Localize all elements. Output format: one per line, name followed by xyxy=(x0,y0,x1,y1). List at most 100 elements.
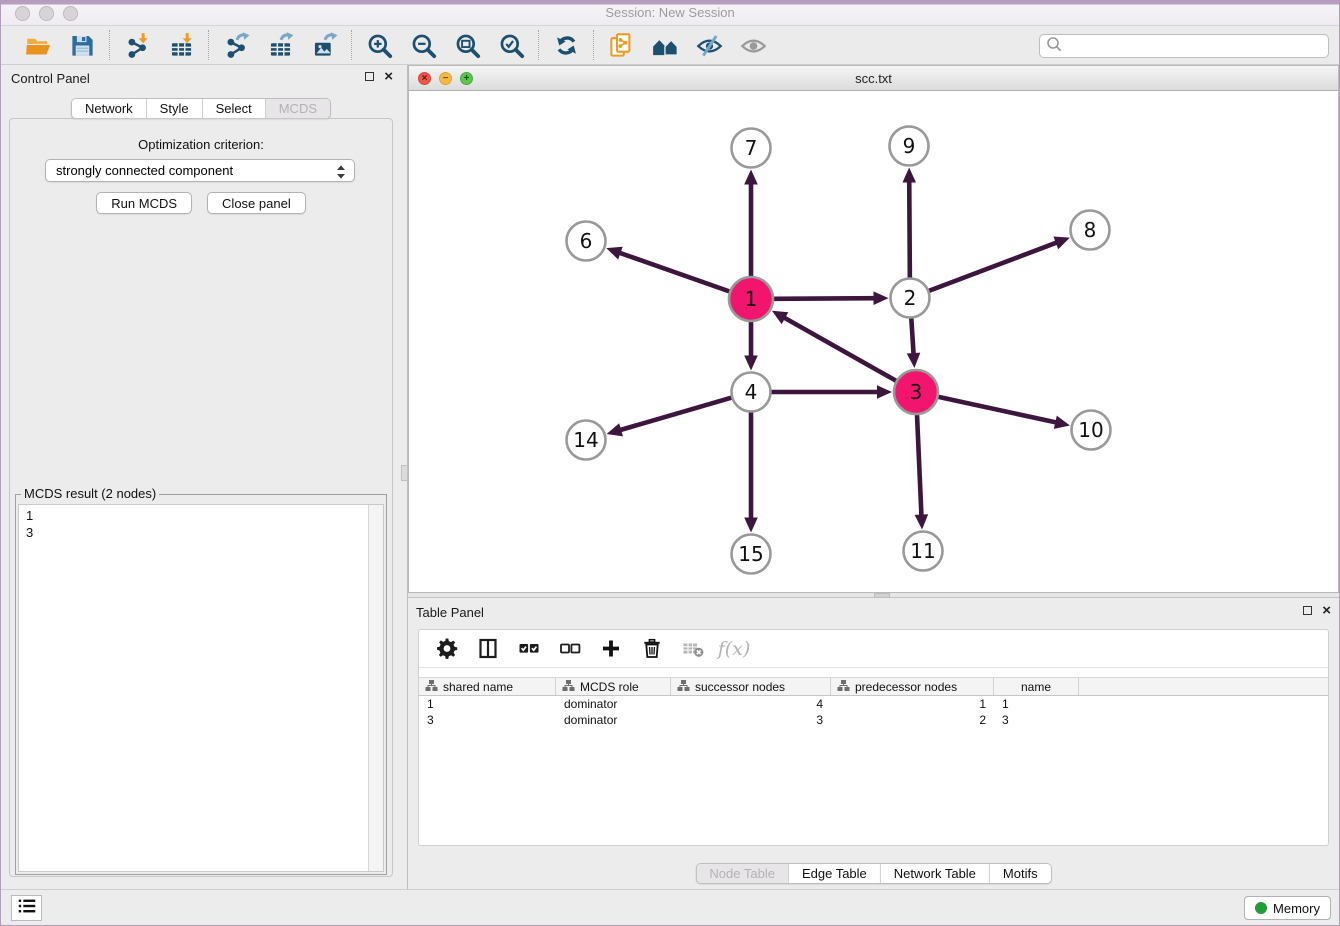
save-session-icon[interactable] xyxy=(68,31,96,59)
close-panel-icon[interactable]: × xyxy=(384,71,393,82)
tab-edge-table[interactable]: Edge Table xyxy=(788,864,880,883)
graph-node-label-4: 4 xyxy=(745,380,758,404)
memory-status-icon xyxy=(1255,902,1267,914)
main-area: Control Panel × NetworkStyleSelectMCDS O… xyxy=(1,65,1339,889)
vertical-splitter-grip[interactable] xyxy=(401,465,408,481)
graph-edge-arrowhead xyxy=(744,170,758,185)
preview-eye-icon xyxy=(739,31,767,59)
graph-edge-arrowhead xyxy=(907,353,921,368)
table-header-row: shared nameMCDS role successor nodes prede… xyxy=(419,677,1328,696)
float-panel-icon[interactable] xyxy=(365,72,374,81)
delete-column-trash-icon[interactable] xyxy=(640,637,664,661)
column-header-label: successor nodes xyxy=(695,680,785,694)
deselect-all-icon[interactable] xyxy=(558,637,582,661)
run-mcds-button[interactable]: Run MCDS xyxy=(96,192,192,214)
graph-edge-3-1[interactable] xyxy=(782,317,896,381)
search-input[interactable] xyxy=(1063,36,1328,56)
tab-mcds[interactable]: MCDS xyxy=(265,99,330,118)
network-window-title: scc.txt xyxy=(409,71,1338,86)
graph-edge-1-6[interactable] xyxy=(618,252,730,291)
open-folder-icon[interactable] xyxy=(24,31,52,59)
tab-node-table[interactable]: Node Table xyxy=(696,864,788,883)
table-cell[interactable]: 3 xyxy=(671,712,831,728)
table-row[interactable]: 1dominator411 xyxy=(419,696,1328,712)
graph-node-label-8: 8 xyxy=(1084,218,1097,242)
toolbar-group xyxy=(539,31,593,59)
graph-edge-2-8[interactable] xyxy=(929,242,1058,291)
table-cell[interactable]: 4 xyxy=(671,696,831,712)
control-panel: Control Panel × NetworkStyleSelectMCDS O… xyxy=(1,65,401,889)
toolbar-group xyxy=(594,31,780,59)
home-icon[interactable] xyxy=(651,31,679,59)
close-panel-button[interactable]: Close panel xyxy=(207,192,306,214)
table-cell[interactable]: 1 xyxy=(419,696,556,712)
table-cell[interactable]: 3 xyxy=(419,712,556,728)
tab-style[interactable]: Style xyxy=(146,99,202,118)
node-table: shared nameMCDS role successor nodes prede… xyxy=(419,677,1328,728)
zoom-selected-icon[interactable] xyxy=(497,31,525,59)
graph-edge-3-10[interactable] xyxy=(938,397,1058,423)
table-cell[interactable]: 1 xyxy=(831,696,994,712)
search-box[interactable] xyxy=(1039,34,1329,58)
table-cell[interactable]: 1 xyxy=(994,696,1079,712)
import-table-icon[interactable] xyxy=(167,31,195,59)
refresh-layout-icon[interactable] xyxy=(552,31,580,59)
network-graph-canvas[interactable]: 7968124314101511 xyxy=(409,91,1340,592)
mcds-result-list: 13 xyxy=(19,505,367,871)
tab-network-table[interactable]: Network Table xyxy=(880,864,989,883)
table-row[interactable]: 3dominator323 xyxy=(419,712,1328,728)
select-all-icon[interactable] xyxy=(517,637,541,661)
table-cell[interactable]: 3 xyxy=(994,712,1079,728)
graph-edge-arrowhead xyxy=(877,385,892,399)
memory-button[interactable]: Memory xyxy=(1244,896,1331,920)
app-window: Session: New Session Control Panel × Net… xyxy=(0,0,1340,926)
optimization-criterion-select[interactable]: strongly connected component xyxy=(45,159,355,182)
settings-gear-icon[interactable] xyxy=(435,637,459,661)
tab-select[interactable]: Select xyxy=(202,99,265,118)
function-builder-fx-icon: f(x) xyxy=(722,637,746,661)
column-header-name[interactable]: name xyxy=(994,678,1079,695)
table-cell[interactable]: 2 xyxy=(831,712,994,728)
export-table-icon[interactable] xyxy=(266,31,294,59)
column-header-shared-name[interactable]: shared name xyxy=(419,678,556,695)
export-image-icon[interactable] xyxy=(310,31,338,59)
zoom-fit-icon[interactable] xyxy=(453,31,481,59)
close-table-panel-icon[interactable]: × xyxy=(1322,605,1331,616)
table-cell[interactable]: dominator xyxy=(556,696,671,712)
graph-edge-arrowhead xyxy=(873,291,888,305)
tab-network[interactable]: Network xyxy=(72,99,146,118)
memory-button-label: Memory xyxy=(1273,901,1320,916)
graph-edge-arrowhead xyxy=(607,423,623,436)
import-network-icon[interactable] xyxy=(123,31,151,59)
graph-edge-4-14[interactable] xyxy=(618,398,731,431)
toggle-columns-icon[interactable] xyxy=(476,637,500,661)
zoom-in-icon[interactable] xyxy=(365,31,393,59)
toolbar-group xyxy=(209,31,351,59)
main-toolbar-icons xyxy=(11,30,780,60)
graph-edge-2-3[interactable] xyxy=(911,318,913,356)
task-history-button[interactable] xyxy=(11,895,42,921)
tab-motifs[interactable]: Motifs xyxy=(989,864,1051,883)
mcds-result-scrollbar[interactable] xyxy=(368,505,383,871)
column-header-mcds-role[interactable]: MCDS role xyxy=(556,678,671,695)
zoom-out-icon[interactable] xyxy=(409,31,437,59)
column-header-label: name xyxy=(1021,680,1051,694)
node-table-container: f(x) shared nameMCDS role successor nodes… xyxy=(418,629,1329,846)
add-column-icon[interactable] xyxy=(599,637,623,661)
float-table-panel-icon[interactable] xyxy=(1303,606,1312,615)
column-type-icon xyxy=(677,679,690,695)
mcds-result-node: 3 xyxy=(26,524,367,541)
graph-edge-2-9[interactable] xyxy=(909,179,910,277)
column-header-predecessor-nodes[interactable]: predecessor nodes xyxy=(831,678,994,695)
graph-edge-1-2[interactable] xyxy=(774,298,877,299)
main-toolbar xyxy=(1,26,1339,65)
vertical-splitter[interactable] xyxy=(401,65,408,889)
copy-network-icon[interactable] xyxy=(607,31,635,59)
hide-panels-icon[interactable] xyxy=(695,31,723,59)
column-type-icon xyxy=(425,679,438,695)
graph-edge-3-11[interactable] xyxy=(917,415,922,518)
table-cell[interactable]: dominator xyxy=(556,712,671,728)
select-chevrons-icon xyxy=(334,163,348,184)
export-network-icon[interactable] xyxy=(222,31,250,59)
column-header-successor-nodes[interactable]: successor nodes xyxy=(671,678,831,695)
